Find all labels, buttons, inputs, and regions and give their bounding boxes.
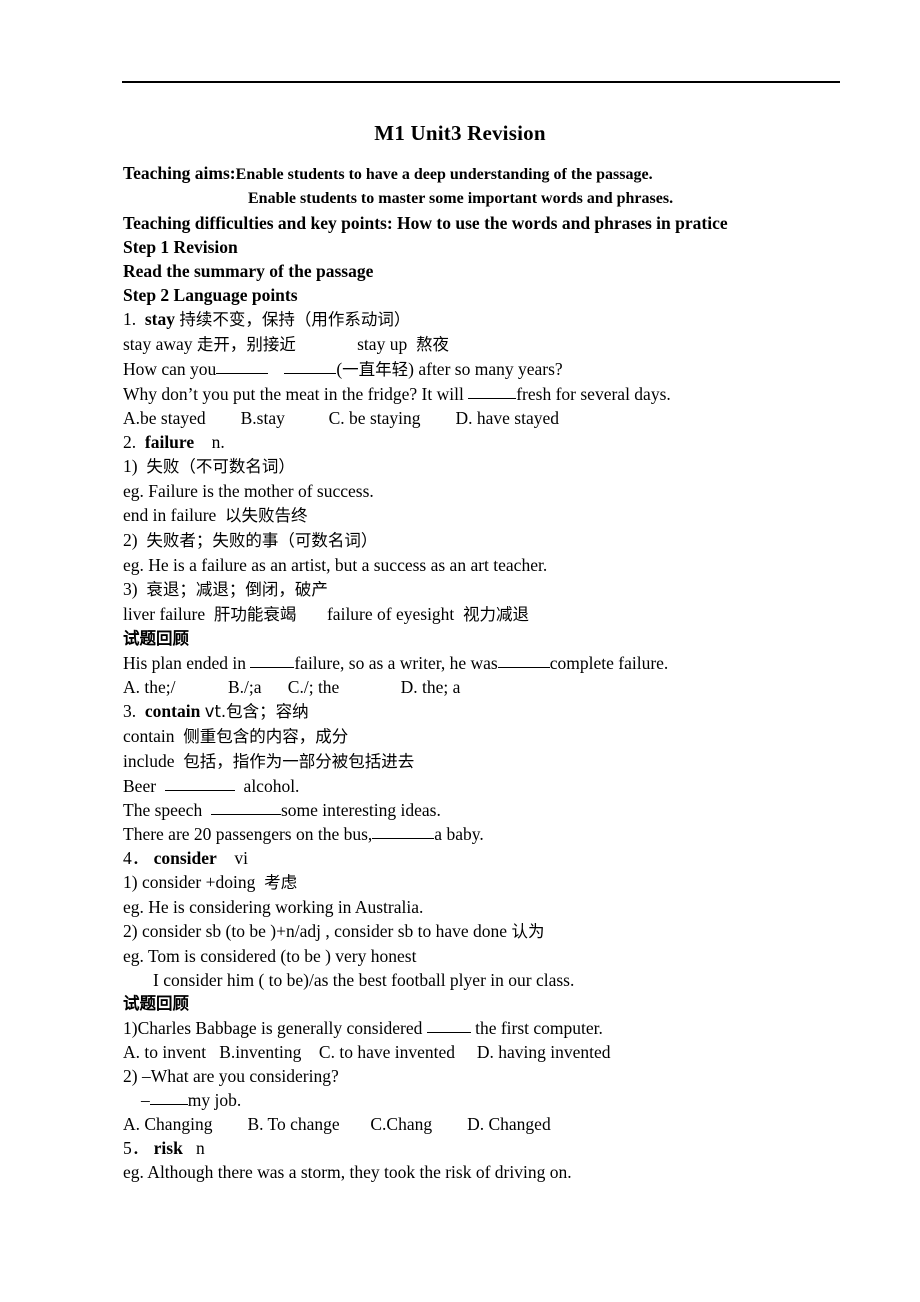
point-4-usage-1: 1) consider +doing 考虑 — [123, 872, 298, 892]
sense-meaning: 失败（不可数名词） — [146, 457, 295, 476]
blank-contain-1[interactable] — [164, 777, 235, 791]
usage-index: 2) — [123, 921, 138, 941]
review-consider-q2-line2: – my job. — [141, 1090, 242, 1110]
point-4-usage-2-example: eg. Tom is considered (to be ) very hone… — [123, 946, 417, 966]
point-1-option-b[interactable]: B.stay — [241, 408, 285, 428]
point-2-number: 2. — [123, 432, 137, 452]
blank-stay-2[interactable] — [284, 360, 337, 374]
point-2-sense-2: 2) 失败者；失败的事（可数名词） — [123, 528, 883, 553]
blank-failure-1[interactable] — [250, 654, 295, 668]
review-consider-q1: 1)Charles Babbage is generally considere… — [123, 1018, 603, 1038]
step1-heading: Step 1 Revision — [123, 237, 238, 257]
sense-index: 3) — [123, 579, 138, 599]
point-5-word: risk — [153, 1138, 183, 1158]
blank-stay-3[interactable] — [468, 385, 517, 399]
document-body: Teaching aims:Enable students to have a … — [123, 161, 883, 1184]
point-5-example: eg. Although there was a storm, they too… — [123, 1162, 572, 1182]
teaching-aims-text-1: Enable students to have a deep understan… — [235, 166, 653, 183]
blank-failure-2[interactable] — [497, 654, 550, 668]
point-2-pos: n. — [211, 432, 225, 452]
point-4-usage-1-example: eg. He is considering working in Austral… — [123, 897, 424, 917]
teaching-aims-line-2: Enable students to master some important… — [248, 190, 674, 207]
page-title: M1 Unit3 Revision — [374, 121, 546, 145]
review-consider-q2-line1: 2) –What are you considering? — [123, 1066, 339, 1086]
q2-option-a[interactable]: A. Changing — [123, 1114, 212, 1134]
point-4-header: 4． consider vi — [123, 846, 883, 870]
q2-option-c[interactable]: C.Chang — [370, 1114, 432, 1134]
review-failure-question: His plan ended in failure, so as a write… — [123, 653, 669, 673]
point-1-number: 1. — [123, 309, 137, 329]
document-page: M1 Unit3 Revision Teaching aims:Enable s… — [0, 0, 920, 1302]
point-3-word: contain — [144, 701, 201, 721]
point-4-number: 4． — [123, 848, 150, 868]
q1-option-b[interactable]: B.inventing — [219, 1042, 301, 1062]
review-option-c[interactable]: C./; the — [288, 677, 340, 697]
blank-consider-2[interactable] — [149, 1091, 188, 1105]
sense-meaning: 衰退；减退；倒闭，破产 — [146, 580, 328, 599]
point-2-sense-3-phrase: liver failure 肝功能衰竭 failure of eyesight … — [123, 604, 530, 624]
point-2-sense-3: 3) 衰退；减退；倒闭，破产 — [123, 577, 883, 602]
point-3-fill-1: Beer alcohol. — [123, 776, 300, 796]
point-1-word: stay — [144, 309, 176, 329]
point-1-header: 1. stay 持续不变，保持（用作系动词） — [123, 307, 883, 332]
point-3-fill-2: The speech some interesting ideas. — [123, 800, 441, 820]
review-heading-consider: 试题回顾 — [123, 994, 189, 1013]
point-3-fill-3: There are 20 passengers on the bus, a bab… — [123, 824, 484, 844]
teaching-aims-line-1: Teaching aims:Enable students to have a … — [123, 161, 883, 187]
point-1-fill-2: Why don’t you put the meat in the fridge… — [123, 384, 671, 404]
point-1-phrases: stay away 走开，别接近 stay up 熬夜 — [123, 334, 449, 354]
review-option-d[interactable]: D. the; a — [401, 677, 461, 697]
blank-contain-2[interactable] — [210, 801, 281, 815]
point-3-header: 3. contain vt.包含；容纳 — [123, 699, 883, 724]
review-consider-q1-options: A. to invent B.inventing C. to have inve… — [123, 1040, 883, 1064]
teaching-aims-label: Teaching aims: — [123, 163, 236, 183]
q1-option-c[interactable]: C. to have invented — [319, 1042, 455, 1062]
sense-meaning: 失败者；失败的事（可数名词） — [146, 531, 378, 550]
point-2-word: failure — [144, 432, 195, 452]
q2-option-d[interactable]: D. Changed — [467, 1114, 551, 1134]
blank-stay-1[interactable] — [216, 360, 269, 374]
sense-index: 2) — [123, 530, 138, 550]
sense-index: 1) — [123, 456, 138, 476]
point-2-sense-1: 1) 失败（不可数名词） — [123, 454, 883, 479]
point-3-contain-note: contain 侧重包含的内容，成分 — [123, 726, 349, 746]
review-option-b[interactable]: B./;a — [228, 677, 262, 697]
header-rule — [122, 81, 840, 83]
point-5-header: 5． risk n — [123, 1136, 883, 1160]
point-1-options: A.be stayed B.stay C. be staying D. have… — [123, 406, 883, 430]
q1-option-a[interactable]: A. to invent — [123, 1042, 206, 1062]
point-3-number: 3. — [123, 701, 137, 721]
point-1-option-a[interactable]: A.be stayed — [123, 408, 206, 428]
point-4-word: consider — [153, 848, 217, 868]
step2-heading: Step 2 Language points — [123, 285, 298, 305]
point-1-gloss: 持续不变，保持（用作系动词） — [179, 310, 411, 329]
q1-option-d[interactable]: D. having invented — [477, 1042, 611, 1062]
review-option-a[interactable]: A. the;/ — [123, 677, 176, 697]
review-consider-q2-options: A. Changing B. To change C.Chang D. Chan… — [123, 1112, 883, 1136]
review-failure-options: A. the;/ B./;a C./; the D. the; a — [123, 675, 883, 699]
step1-instruction: Read the summary of the passage — [123, 261, 374, 281]
point-1-option-c[interactable]: C. be staying — [329, 408, 421, 428]
point-2-header: 2. failure n. — [123, 430, 883, 454]
review-heading-failure: 试题回顾 — [123, 629, 189, 648]
point-1-option-d[interactable]: D. have stayed — [456, 408, 560, 428]
point-5-pos: n — [195, 1138, 205, 1158]
point-1-fill-1: How can you (一直年轻) after so many years? — [123, 359, 563, 379]
point-2-sense-1-phrase: end in failure 以失败告终 — [123, 505, 308, 525]
point-4-usage-2: 2) consider sb (to be )+n/adj , consider… — [123, 921, 545, 941]
point-5-number: 5． — [123, 1138, 150, 1158]
q2-option-b[interactable]: B. To change — [247, 1114, 339, 1134]
blank-contain-3[interactable] — [372, 825, 435, 839]
point-4-usage-2-example-2: I consider him ( to be)/as the best foot… — [153, 970, 575, 990]
point-3-include-note: include 包括，指作为一部分被包括进去 — [123, 751, 415, 771]
point-3-pos: vt.包含；容纳 — [204, 702, 309, 721]
usage-index: 1) — [123, 872, 138, 892]
teaching-difficulties: Teaching difficulties and key points: Ho… — [123, 213, 728, 233]
blank-consider-1[interactable] — [426, 1019, 471, 1033]
point-2-sense-2-example: eg. He is a failure as an artist, but a … — [123, 555, 548, 575]
point-4-pos: vi — [234, 848, 248, 868]
point-2-sense-1-example: eg. Failure is the mother of success. — [123, 481, 374, 501]
